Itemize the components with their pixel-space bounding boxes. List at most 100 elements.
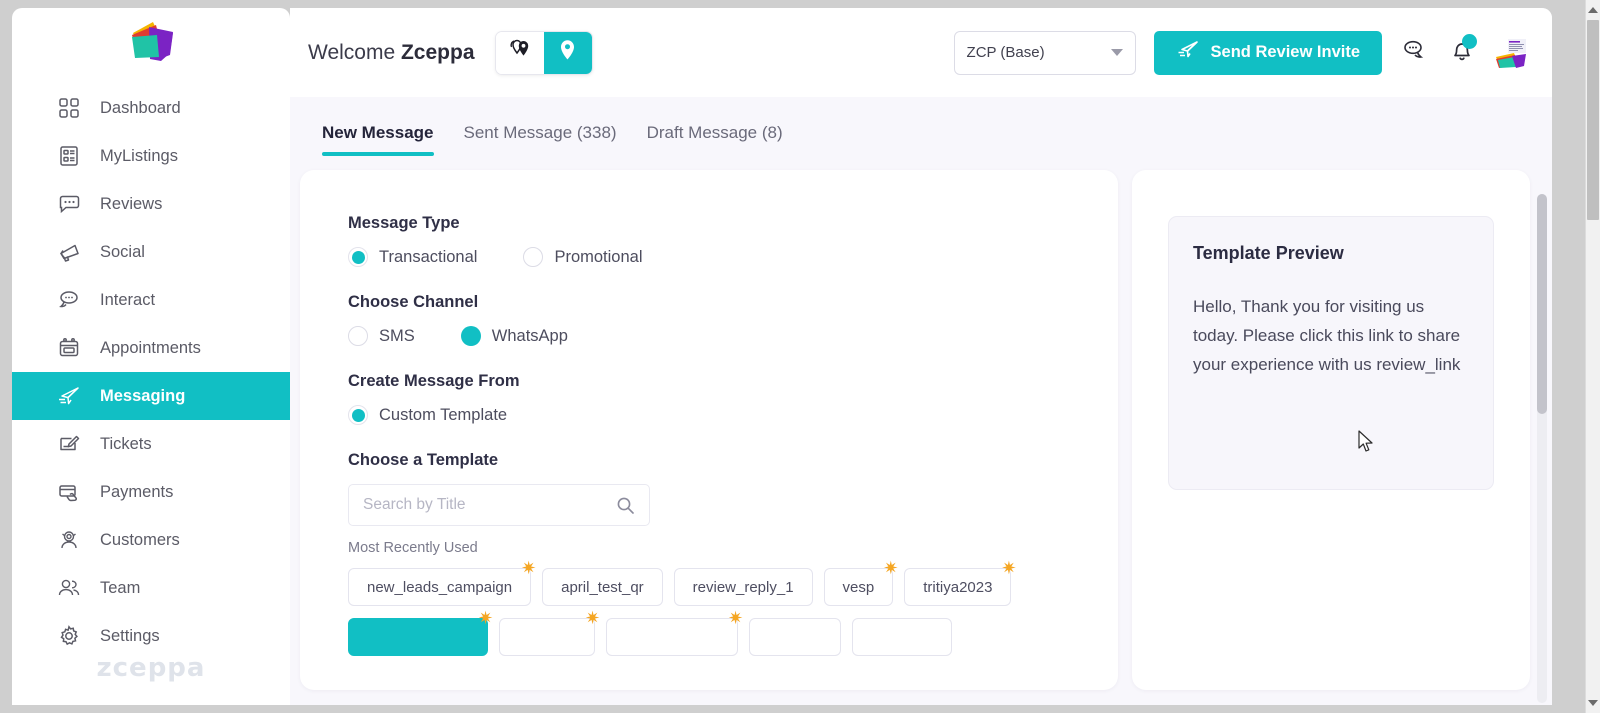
scroll-up-arrow-icon[interactable]: [1586, 2, 1600, 18]
template-chip[interactable]: review_reply_1: [673, 568, 813, 606]
radio-dot-icon: [523, 247, 544, 267]
radio-promotional[interactable]: Promotional: [523, 247, 642, 267]
template-preview-box: Template Preview Hello, Thank you for vi…: [1168, 216, 1494, 490]
browser-scrollbar-thumb[interactable]: [1587, 20, 1599, 220]
sidebar-item-reviews[interactable]: Reviews: [12, 180, 290, 228]
brand-logo[interactable]: [12, 8, 290, 80]
sidebar-item-appointments[interactable]: Appointments: [12, 324, 290, 372]
message-type-group: Message Type Transactional Promotional: [348, 214, 1118, 267]
sidebar-item-mylistings[interactable]: MyListings: [12, 132, 290, 180]
megaphone-icon: [56, 239, 82, 265]
template-chip[interactable]: new_leads_campaign ✷: [348, 559, 536, 606]
template-preview-card: Template Preview Hello, Thank you for vi…: [1132, 170, 1530, 690]
star-icon: ✷: [477, 608, 494, 628]
chat-bubbles-icon: [56, 287, 82, 313]
sidebar-item-messaging[interactable]: Messaging: [12, 372, 290, 420]
template-chip[interactable]: ✷: [606, 609, 743, 656]
radio-sms[interactable]: SMS: [348, 326, 415, 346]
template-chip[interactable]: vesp ✷: [823, 559, 898, 606]
tab-draft-message[interactable]: Draft Message (8): [647, 123, 783, 156]
create-message-from-options: Custom Template: [348, 405, 1118, 425]
location-select[interactable]: ZCP (Base): [953, 30, 1136, 75]
sidebar-wordmark: zceppa: [96, 653, 206, 683]
radio-sms-label: SMS: [379, 326, 415, 345]
customer-icon: [56, 527, 82, 553]
list-card-icon: [56, 143, 82, 169]
sidebar-item-label: Settings: [100, 626, 160, 645]
tab-new-message[interactable]: New Message: [322, 123, 434, 156]
welcome-title: Welcome Zceppa: [308, 41, 475, 65]
multi-location-pin-icon: [507, 38, 533, 67]
search-input[interactable]: [363, 496, 635, 514]
paper-plane-icon: [56, 383, 82, 409]
template-chip-label: tritiya2023: [923, 578, 993, 596]
sidebar-item-label: Payments: [100, 482, 174, 501]
sidebar-item-customers[interactable]: Customers: [12, 516, 290, 564]
radio-custom-template[interactable]: Custom Template: [348, 405, 507, 425]
sidebar-item-label: Customers: [100, 530, 180, 549]
chat-bubbles-icon: [1400, 37, 1430, 68]
star-icon: ✷: [1001, 558, 1017, 578]
radio-dot-icon: [348, 247, 368, 267]
scroll-down-arrow-icon[interactable]: [1586, 695, 1600, 711]
sidebar-item-team[interactable]: Team: [12, 564, 290, 612]
sidebar-nav: Dashboard MyListings Reviews Social Inte…: [12, 84, 290, 660]
notifications-button[interactable]: [1448, 34, 1477, 69]
star-icon: ✷: [727, 608, 744, 628]
template-chip[interactable]: ✷: [499, 609, 600, 656]
radio-whatsapp[interactable]: WhatsApp: [460, 326, 568, 346]
sidebar-item-payments[interactable]: Payments: [12, 468, 290, 516]
template-preview-body: Hello, Thank you for visiting us today. …: [1193, 297, 1465, 374]
template-chip[interactable]: tritiya2023 ✷: [904, 559, 1017, 606]
sidebar-item-label: Interact: [100, 290, 156, 309]
sidebar-item-label: Dashboard: [100, 98, 181, 117]
sidebar-item-label: Messaging: [100, 386, 186, 405]
sidebar-item-label: MyListings: [100, 146, 178, 165]
chat-review-icon: [56, 191, 82, 217]
content-scrollbar[interactable]: [1537, 194, 1547, 703]
main-area: Welcome Zceppa ZCP (Base) Send Review In…: [290, 8, 1552, 705]
chat-button[interactable]: [1400, 37, 1430, 68]
sidebar-item-label: Appointments: [100, 338, 201, 357]
sidebar: Dashboard MyListings Reviews Social Inte…: [12, 8, 290, 705]
sidebar-item-label: Social: [100, 242, 145, 261]
location-view-toggle: [494, 30, 593, 75]
sidebar-item-label: Reviews: [100, 194, 163, 213]
location-pin-icon: [558, 38, 577, 67]
create-message-from-label: Create Message From: [348, 372, 520, 390]
template-chip-label: vesp: [842, 578, 875, 596]
radio-custom-template-label: Custom Template: [379, 405, 508, 424]
template-chip[interactable]: [749, 618, 841, 656]
template-chip[interactable]: april_test_qr: [542, 568, 663, 606]
top-bar-actions: ZCP (Base) Send Review Invite: [953, 30, 1528, 75]
star-icon: ✷: [584, 608, 601, 628]
template-chip[interactable]: ✷: [348, 609, 493, 656]
single-location-toggle-button[interactable]: [543, 31, 592, 74]
radio-transactional[interactable]: Transactional: [348, 247, 477, 267]
tab-sent-message[interactable]: Sent Message (338): [464, 123, 617, 156]
avatar[interactable]: [1494, 36, 1528, 69]
template-chip[interactable]: [852, 618, 952, 656]
gear-icon: [56, 623, 82, 649]
template-preview-title: Template Preview: [1193, 243, 1344, 263]
radio-dot-icon: [348, 326, 368, 346]
radio-whatsapp-label: WhatsApp: [491, 326, 568, 345]
content-scrollbar-thumb[interactable]: [1537, 194, 1547, 414]
multi-location-toggle-button[interactable]: [495, 31, 544, 74]
template-chip-label: april_test_qr: [561, 578, 644, 596]
sidebar-item-tickets[interactable]: Tickets: [12, 420, 290, 468]
sidebar-item-social[interactable]: Social: [12, 228, 290, 276]
message-type-label: Message Type: [348, 214, 460, 232]
welcome-prefix: Welcome: [308, 40, 396, 64]
sidebar-item-interact[interactable]: Interact: [12, 276, 290, 324]
sidebar-item-label: Team: [100, 578, 141, 597]
send-review-invite-button[interactable]: Send Review Invite: [1153, 30, 1382, 75]
sidebar-item-dashboard[interactable]: Dashboard: [12, 84, 290, 132]
location-select-value: ZCP (Base): [966, 44, 1045, 61]
content-area: New Message Sent Message (338) Draft Mes…: [290, 97, 1552, 705]
send-review-invite-label: Send Review Invite: [1210, 43, 1360, 61]
template-chip-list: new_leads_campaign ✷ april_test_qr revie…: [348, 559, 1068, 656]
browser-scrollbar[interactable]: [1585, 0, 1600, 713]
template-search-box[interactable]: [348, 484, 650, 526]
choose-channel-group: Choose Channel SMS WhatsApp: [348, 293, 1118, 346]
